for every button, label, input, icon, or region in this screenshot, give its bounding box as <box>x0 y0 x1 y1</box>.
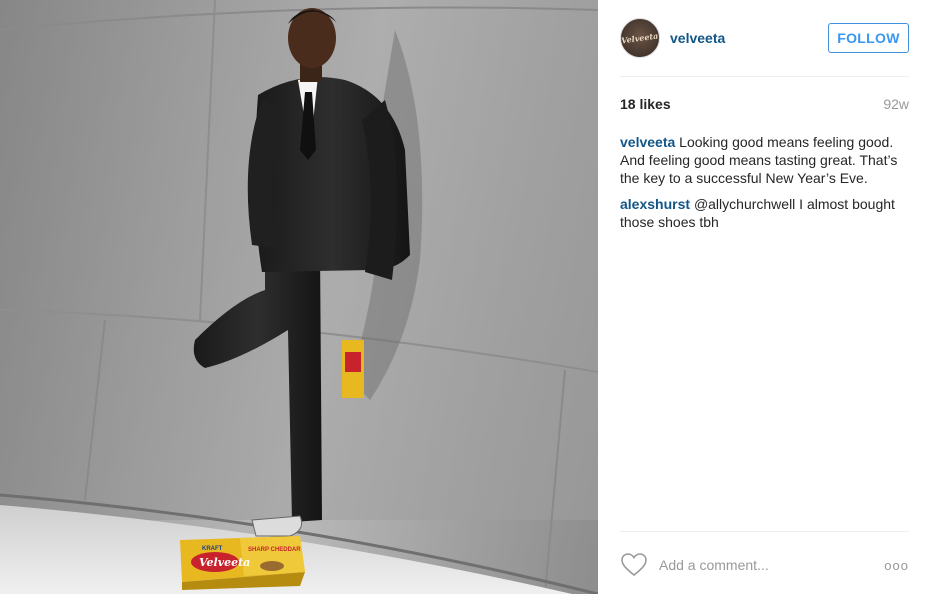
comment-author-link[interactable]: alexshurst <box>620 196 690 212</box>
velveeta-box: Velveeta KRAFT SHARP CHEDDAR <box>180 536 305 590</box>
likes-count[interactable]: 18 likes <box>620 96 671 112</box>
post-header: Velveeta velveeta FOLLOW <box>620 16 909 60</box>
username-link[interactable]: velveeta <box>670 30 725 46</box>
box-brand-text: Velveeta <box>199 556 250 569</box>
box-kraft-text: KRAFT <box>202 546 223 552</box>
add-comment-input[interactable] <box>659 557 859 573</box>
comments-list: velveeta Looking good means feeling good… <box>620 133 909 239</box>
comment-item: alexshurst @allychurchwell I almost boug… <box>620 195 909 231</box>
avatar[interactable]: Velveeta <box>620 18 660 58</box>
heart-icon[interactable] <box>620 552 648 578</box>
post-stats: 18 likes 92w <box>620 96 909 112</box>
box-side-text: SHARP CHEDDAR <box>248 547 301 553</box>
avatar-logo-text: Velveeta <box>620 30 660 46</box>
photo-illustration: Velveeta KRAFT SHARP CHEDDAR <box>0 0 598 594</box>
caption-author-link[interactable]: velveeta <box>620 134 675 150</box>
post-photo[interactable]: Velveeta KRAFT SHARP CHEDDAR <box>0 0 598 594</box>
caption: velveeta Looking good means feeling good… <box>620 133 909 187</box>
footer-divider <box>620 531 909 532</box>
header-divider <box>620 76 909 77</box>
add-comment-row: ooo <box>620 550 909 580</box>
post-details-panel: Velveeta velveeta FOLLOW 18 likes 92w ve… <box>598 0 930 594</box>
more-options-icon[interactable]: ooo <box>884 558 909 573</box>
follow-button[interactable]: FOLLOW <box>828 23 909 53</box>
post-age[interactable]: 92w <box>883 96 909 112</box>
